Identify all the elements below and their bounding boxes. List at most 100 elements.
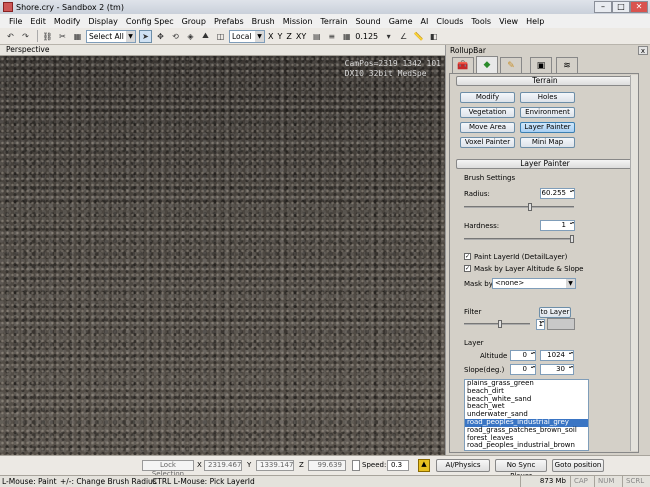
- filter-slider[interactable]: [464, 323, 530, 325]
- scale-icon[interactable]: ◈: [184, 30, 197, 43]
- speed-input[interactable]: 0.3: [387, 460, 409, 471]
- menu-clouds[interactable]: Clouds: [436, 17, 463, 26]
- holes-button[interactable]: Holes: [520, 92, 575, 103]
- speed-checkbox[interactable]: [352, 460, 360, 471]
- axis-z-button[interactable]: Z: [286, 32, 291, 41]
- menu-brush[interactable]: Brush: [252, 17, 275, 26]
- voxel-painter-button[interactable]: Voxel Painter: [460, 137, 515, 148]
- camera-icon[interactable]: ◧: [427, 30, 440, 43]
- altitude-min-input[interactable]: 0: [510, 350, 536, 361]
- menu-help[interactable]: Help: [526, 17, 544, 26]
- slope-max-input[interactable]: 30: [540, 364, 574, 375]
- hardness-slider[interactable]: [464, 238, 574, 240]
- menu-view[interactable]: View: [499, 17, 518, 26]
- axis-x-button[interactable]: X: [268, 32, 273, 41]
- mask-altitude-checkbox[interactable]: ✓: [464, 265, 471, 272]
- mini-map-button[interactable]: Mini Map: [520, 137, 575, 148]
- menu-display[interactable]: Display: [88, 17, 118, 26]
- radius-slider-thumb[interactable]: [527, 203, 532, 211]
- terrain-header[interactable]: Terrain: [456, 76, 634, 86]
- maximize-button[interactable]: □: [612, 1, 630, 13]
- menu-group[interactable]: Group: [182, 17, 206, 26]
- snap-value[interactable]: 0.125: [355, 32, 378, 41]
- radius-input[interactable]: 60.255: [540, 188, 575, 199]
- slope-min-input[interactable]: 0: [510, 364, 536, 375]
- menu-config-spec[interactable]: Config Spec: [126, 17, 174, 26]
- z-coordinate-field[interactable]: 99.639: [308, 460, 346, 471]
- layer-painter-button[interactable]: Layer Painter: [520, 122, 575, 133]
- menu-modify[interactable]: Modify: [54, 17, 81, 26]
- y-coordinate-field[interactable]: 1339.147: [256, 460, 294, 471]
- chevron-down-icon[interactable]: ▾: [382, 30, 395, 43]
- goto-position-button[interactable]: Goto position: [552, 459, 604, 472]
- hardness-slider-thumb[interactable]: [570, 235, 574, 243]
- menu-tools[interactable]: Tools: [471, 17, 491, 26]
- to-layer-button[interactable]: to Layer: [539, 307, 571, 318]
- menu-terrain[interactable]: Terrain: [320, 17, 347, 26]
- terrain-follow-icon[interactable]: ▲: [418, 459, 430, 472]
- menu-edit[interactable]: Edit: [30, 17, 46, 26]
- environment-button[interactable]: Environment: [520, 107, 575, 118]
- layer-painter-header[interactable]: Layer Painter: [456, 159, 634, 169]
- layer-list[interactable]: plains_grass_green beach_dirt beach_whit…: [464, 379, 589, 451]
- perspective-viewport[interactable]: CamPos=2319 1342 101 DX10 32bit MedSpe: [0, 56, 445, 455]
- radius-slider[interactable]: [464, 206, 574, 208]
- terrain-snap-icon[interactable]: ⛰: [199, 30, 212, 43]
- pencil-icon: ✎: [507, 60, 515, 71]
- undo-icon[interactable]: ↶: [4, 30, 17, 43]
- grid-icon[interactable]: ▦: [340, 30, 353, 43]
- menu-ai[interactable]: AI: [421, 17, 429, 26]
- tab-terrain[interactable]: ◆: [476, 56, 498, 73]
- filter-slider-thumb[interactable]: [498, 320, 502, 328]
- caps-lock-indicator: CAP: [570, 476, 594, 487]
- paint-layer-id-checkbox[interactable]: ✓: [464, 253, 471, 260]
- viewport-label[interactable]: Perspective: [6, 45, 49, 54]
- tab-display[interactable]: ▣: [530, 57, 552, 73]
- select-all-dropdown[interactable]: Select All ▼: [86, 29, 136, 43]
- tab-layers[interactable]: ≋: [556, 57, 578, 73]
- link-icon[interactable]: ⛓: [41, 30, 54, 43]
- monitor-icon: ▣: [536, 60, 546, 71]
- move-area-button[interactable]: Move Area: [460, 122, 515, 133]
- coord-system-dropdown[interactable]: Local ▼: [229, 29, 265, 43]
- select-cursor-icon[interactable]: ➤: [139, 29, 152, 43]
- no-sync-player-button[interactable]: No Sync Player: [495, 459, 547, 480]
- title-bar: Shore.cry - Sandbox 2 (tm) – □ ✕: [0, 0, 650, 14]
- modify-button[interactable]: Modify: [460, 92, 515, 103]
- rollup-close-button[interactable]: x: [638, 46, 648, 55]
- tab-objects[interactable]: 🧰: [452, 57, 474, 73]
- hardness-input[interactable]: 1: [540, 220, 575, 231]
- altitude-max-input[interactable]: 1024: [540, 350, 574, 361]
- mask-by-dropdown[interactable]: <none> ▼: [492, 278, 576, 289]
- unlink-icon[interactable]: ✂: [56, 30, 69, 43]
- ai-physics-button[interactable]: AI/Physics: [436, 459, 490, 472]
- menu-file[interactable]: File: [9, 17, 22, 26]
- minimize-button[interactable]: –: [594, 1, 612, 13]
- menu-game[interactable]: Game: [389, 17, 413, 26]
- select-filter-icon[interactable]: ▦: [71, 30, 84, 43]
- chevron-down-icon: ▼: [126, 30, 135, 42]
- menu-mission[interactable]: Mission: [283, 17, 313, 26]
- lock-selection-button[interactable]: Lock Selection: [142, 460, 194, 478]
- axis-xy-button[interactable]: XY: [296, 32, 306, 41]
- redo-icon[interactable]: ↷: [19, 30, 32, 43]
- axis-y-button[interactable]: Y: [277, 32, 282, 41]
- select-terrain-icon[interactable]: ◫: [214, 30, 227, 43]
- vegetation-button[interactable]: Vegetation: [460, 107, 515, 118]
- rollup-title: RollupBar: [450, 46, 486, 55]
- terrain-icon[interactable]: ▤: [310, 30, 323, 43]
- align-icon[interactable]: ≡: [325, 30, 338, 43]
- angle-snap-icon[interactable]: ∠: [397, 30, 410, 43]
- menu-sound[interactable]: Sound: [355, 17, 380, 26]
- rotate-icon[interactable]: ⟲: [169, 30, 182, 43]
- x-coordinate-field[interactable]: 2319.467: [204, 460, 242, 471]
- ruler-icon[interactable]: 📏: [412, 30, 425, 43]
- filter-value[interactable]: 1: [536, 319, 545, 330]
- list-item[interactable]: road_peoples_industrial_brown: [465, 442, 588, 450]
- tab-modeling[interactable]: ✎: [500, 57, 522, 73]
- rollup-scrollbar[interactable]: [630, 75, 638, 451]
- menu-prefabs[interactable]: Prefabs: [214, 17, 244, 26]
- move-icon[interactable]: ✥: [154, 30, 167, 43]
- close-button[interactable]: ✕: [630, 1, 648, 13]
- filter-color-swatch[interactable]: [547, 318, 575, 330]
